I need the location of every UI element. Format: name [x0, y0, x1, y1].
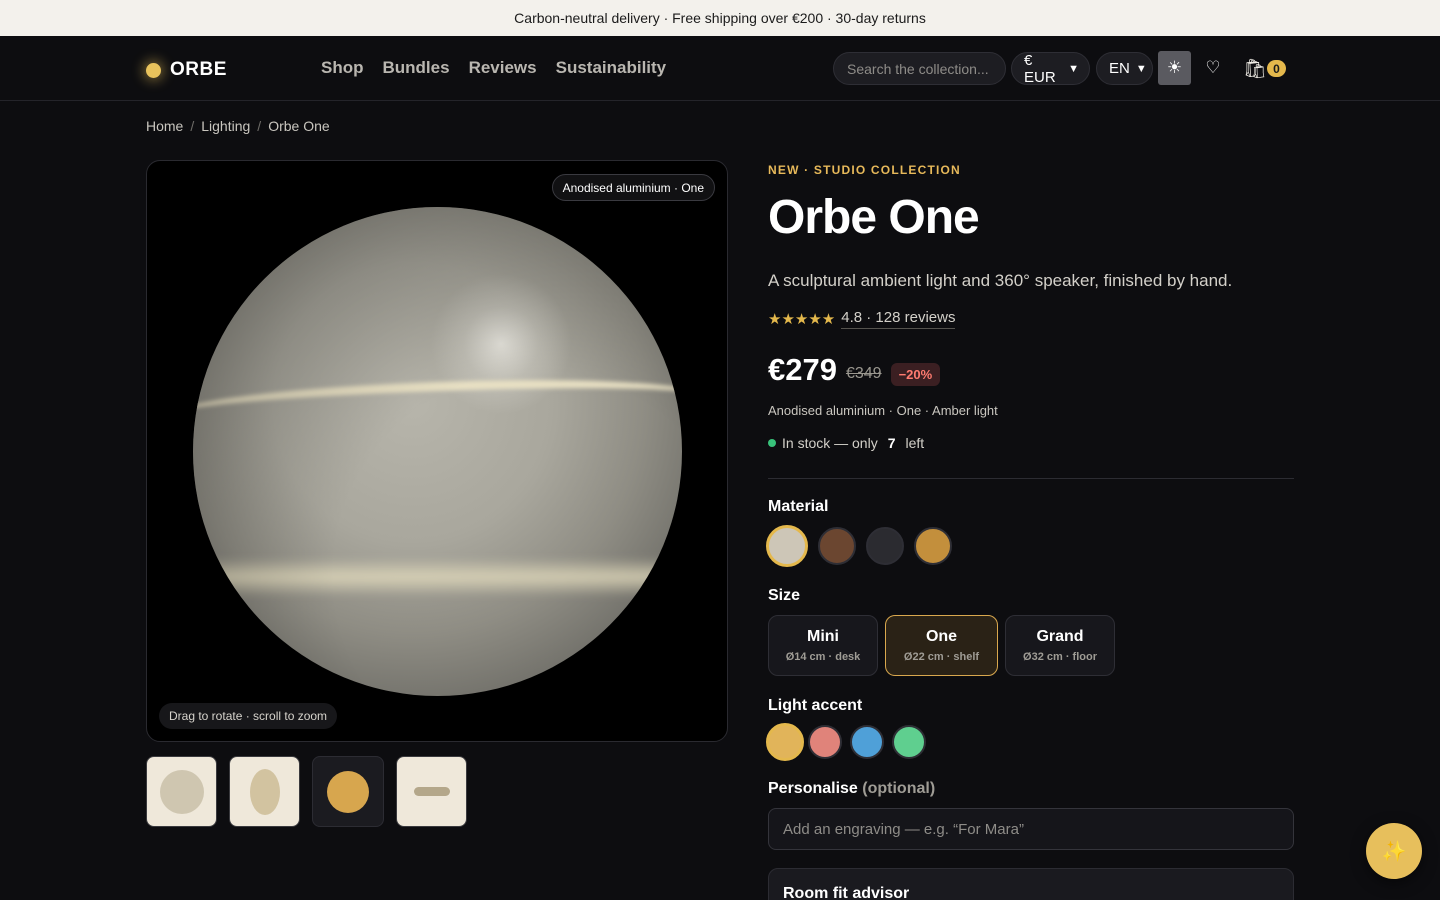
room-fit-advisor[interactable]: Room fit advisor	[768, 868, 1294, 900]
nav-item-shop[interactable]: Shop	[321, 58, 364, 78]
sphere-front-icon	[159, 769, 204, 814]
nav-item-reviews[interactable]: Reviews	[469, 58, 537, 78]
search-input[interactable]	[833, 52, 1006, 85]
chevron-down-icon: ▼	[1135, 62, 1147, 75]
cart-count-badge: 0	[1267, 60, 1286, 77]
discount-badge: −20%	[890, 362, 941, 386]
accent-swatch-amber[interactable]	[766, 723, 804, 761]
cart-button[interactable]: 🛍	[1243, 57, 1267, 81]
orb-shading	[193, 207, 682, 696]
brand-logo[interactable]: ORBE	[146, 59, 227, 81]
breadcrumb: Home / Lighting / Orbe One	[146, 118, 330, 134]
size-name: One	[925, 628, 958, 645]
size-options: Mini Ø14 cm · desk One Ø22 cm · shelf Gr…	[768, 615, 1115, 676]
accent-swatch-blue[interactable]	[850, 725, 884, 759]
thumbnail-strip	[146, 756, 467, 827]
breadcrumb-home[interactable]: Home	[146, 118, 183, 134]
assistant-fab-button[interactable]: ✨	[1366, 823, 1422, 879]
nav-item-sustainability[interactable]: Sustainability	[556, 58, 667, 78]
personalise-optional: (optional)	[862, 780, 936, 797]
sphere-side-icon	[249, 768, 280, 815]
heart-icon: ♡	[1205, 58, 1221, 77]
size-option-grand[interactable]: Grand Ø32 cm · floor	[1005, 615, 1115, 676]
accent-swatch-rose[interactable]	[808, 725, 842, 759]
breadcrumb-lighting[interactable]: Lighting	[201, 118, 250, 134]
product-subtitle: A sculptural ambient light and 360° spea…	[768, 271, 1233, 290]
current-price: €279	[768, 352, 837, 387]
size-option-one[interactable]: One Ø22 cm · shelf	[885, 615, 998, 676]
nav-item-bundles[interactable]: Bundles	[383, 58, 450, 78]
chevron-down-icon: ▼	[1068, 62, 1079, 75]
breadcrumb-current: Orbe One	[268, 118, 330, 134]
original-price: €349	[845, 365, 882, 382]
material-swatch-brass[interactable]	[914, 527, 952, 565]
size-label: Size	[768, 587, 801, 604]
material-label: Material	[768, 498, 829, 515]
product-title: Orbe One	[768, 191, 980, 244]
logo-dot-icon	[146, 62, 161, 78]
advisor-title: Room fit advisor	[783, 885, 910, 900]
language-value: EN	[1109, 60, 1130, 77]
language-select[interactable]: EN ▼	[1096, 52, 1153, 85]
viewer-hint: Drag to rotate · scroll to zoom	[159, 703, 338, 729]
accent-swatches	[766, 723, 926, 761]
engraving-input[interactable]	[768, 808, 1294, 850]
breadcrumb-separator: /	[190, 118, 195, 134]
size-name: Mini	[807, 628, 839, 645]
sphere-top-icon	[413, 787, 450, 796]
shopping-bag-icon: 🛍	[1243, 59, 1268, 80]
material-swatch-aluminium[interactable]	[766, 525, 808, 567]
rating-link[interactable]: 4.8 · 128 reviews	[841, 309, 956, 329]
site-header: ORBE Shop Bundles Reviews Sustainability…	[0, 36, 1440, 101]
variant-badge: Anodised aluminium · One	[551, 174, 715, 201]
main-nav: Shop Bundles Reviews Sustainability	[321, 58, 666, 78]
light-accent-label: Light accent	[768, 697, 863, 714]
thumbnail-top[interactable]	[396, 756, 467, 827]
stock-prefix: In stock — only	[782, 435, 878, 451]
brand-name: ORBE	[170, 59, 227, 80]
price-row: €279 €349 −20%	[768, 352, 941, 388]
material-swatches	[766, 525, 952, 567]
theme-toggle-button[interactable]: ☀	[1158, 51, 1191, 85]
sparkles-icon: ✨	[1381, 840, 1407, 863]
size-detail: Ø14 cm · desk	[785, 651, 861, 663]
size-detail: Ø22 cm · shelf	[903, 651, 980, 663]
variant-summary: Anodised aluminium · One · Amber light	[768, 403, 998, 418]
thumbnail-side[interactable]	[229, 756, 300, 827]
stock-count: 7	[887, 435, 896, 451]
stock-dot-icon	[768, 439, 776, 447]
personalise-title: Personalise	[768, 780, 858, 797]
product-orb-render[interactable]	[193, 207, 682, 696]
stock-status: In stock — only 7 left	[768, 435, 924, 451]
material-swatch-graphite[interactable]	[866, 527, 904, 565]
size-detail: Ø32 cm · floor	[1023, 651, 1097, 663]
breadcrumb-separator: /	[257, 118, 262, 134]
thumbnail-front[interactable]	[146, 756, 217, 827]
product-3d-viewer[interactable]: Anodised aluminium · One Drag to rotate …	[146, 160, 728, 742]
currency-select[interactable]: € EUR ▼	[1011, 51, 1090, 86]
accent-swatch-green[interactable]	[892, 725, 926, 759]
sphere-glow-icon	[327, 770, 369, 813]
personalise-label: Personalise (optional)	[768, 780, 935, 798]
sun-icon: ☀	[1166, 58, 1183, 77]
size-name: Grand	[1036, 628, 1084, 645]
product-eyebrow: NEW · STUDIO COLLECTION	[768, 163, 961, 177]
stock-suffix: left	[905, 435, 925, 451]
star-rating-icon: ★★★★★	[768, 311, 836, 328]
wishlist-button[interactable]: ♡	[1203, 58, 1223, 78]
thumbnail-glow[interactable]	[312, 756, 384, 827]
rating[interactable]: ★★★★★ 4.8 · 128 reviews	[768, 309, 956, 329]
announcement-bar: Carbon-neutral delivery · Free shipping …	[0, 0, 1440, 36]
currency-value: € EUR	[1024, 51, 1056, 86]
announcement-text: Carbon-neutral delivery · Free shipping …	[514, 10, 926, 26]
divider	[768, 478, 1294, 479]
size-option-mini[interactable]: Mini Ø14 cm · desk	[768, 615, 878, 676]
material-swatch-walnut[interactable]	[818, 527, 856, 565]
